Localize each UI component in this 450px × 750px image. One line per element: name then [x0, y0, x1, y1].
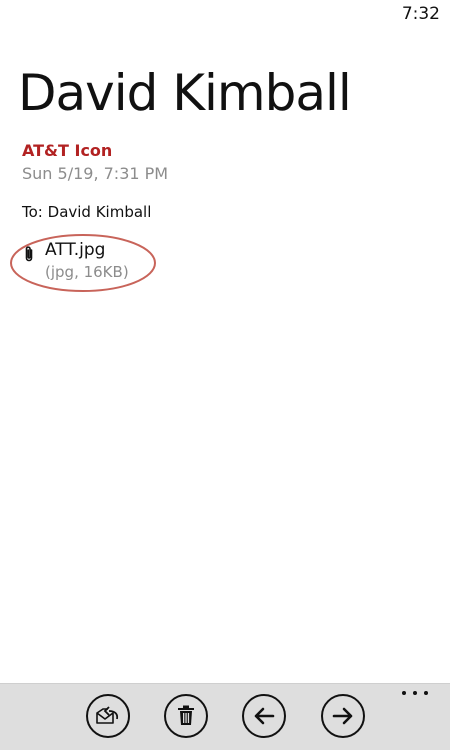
sender-name: David Kimball [18, 64, 352, 122]
to-label: To: [22, 203, 43, 221]
attachment-meta: (jpg, 16KB) [45, 263, 129, 281]
previous-button[interactable] [242, 694, 286, 738]
message-subject: AT&T Icon [22, 141, 113, 160]
next-button[interactable] [321, 694, 365, 738]
paperclip-icon [24, 245, 34, 263]
recipient-row: To: David Kimball [22, 203, 151, 221]
recipient-name[interactable]: David Kimball [48, 203, 152, 221]
delete-icon [177, 705, 195, 727]
next-arrow-icon [332, 707, 354, 725]
attachment-item[interactable]: ATT.jpg (jpg, 16KB) [10, 234, 156, 294]
reply-button[interactable] [86, 694, 130, 738]
more-icon[interactable] [402, 688, 428, 698]
previous-arrow-icon [253, 707, 275, 725]
status-bar-time: 7:32 [401, 4, 440, 24]
attachment-name: ATT.jpg [45, 240, 106, 260]
reply-icon [95, 705, 121, 727]
delete-button[interactable] [164, 694, 208, 738]
message-date: Sun 5/19, 7:31 PM [22, 164, 169, 183]
app-bar [0, 683, 450, 750]
